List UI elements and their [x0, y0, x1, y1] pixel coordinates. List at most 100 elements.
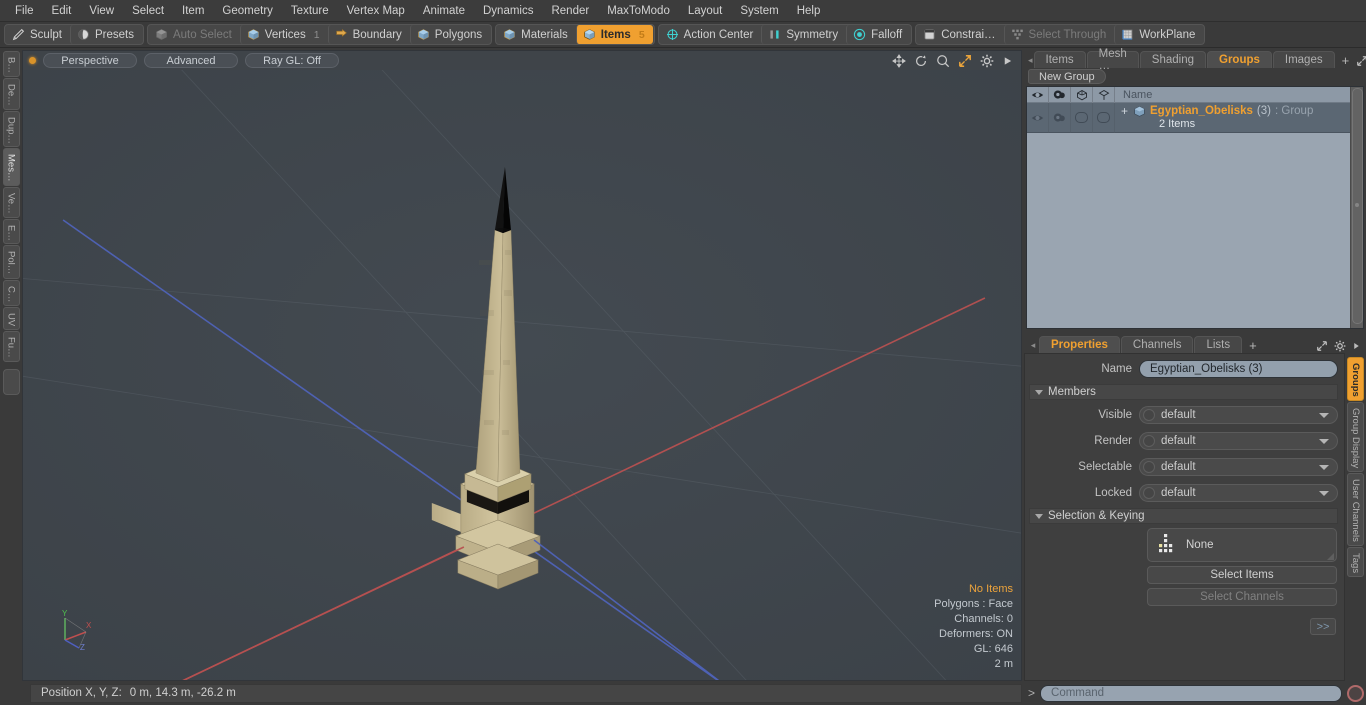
constraint-button[interactable]: Constrai… [917, 25, 1003, 44]
expand-icon[interactable] [1356, 55, 1366, 67]
left-tab-deform[interactable]: De… [2, 77, 20, 110]
symmetry-button[interactable]: Symmetry [761, 25, 846, 44]
menu-item-animate[interactable]: Animate [414, 1, 474, 21]
left-tab-basic[interactable]: B… [2, 51, 20, 77]
left-tab-uv[interactable]: UV [2, 306, 20, 331]
table-row[interactable]: + Egyptian_Obelisks (3) : Group 2 Items [1027, 102, 1363, 133]
axis-gizmo[interactable]: Y X Z [53, 606, 99, 652]
properties-tab-add-button[interactable]: + [1243, 336, 1263, 353]
tab-images[interactable]: Images [1272, 51, 1335, 68]
move-icon[interactable] [892, 53, 906, 68]
viewport-shading-dropdown[interactable]: Advanced [144, 53, 238, 68]
boundary-button[interactable]: Boundary [327, 25, 410, 44]
menu-item-file[interactable]: File [6, 1, 43, 21]
command-input[interactable]: Command [1040, 684, 1342, 702]
play-icon[interactable] [1002, 55, 1013, 67]
expand-icon[interactable] [1316, 340, 1328, 352]
panel-tab-menu-icon[interactable]: ◂ [1028, 55, 1033, 68]
chevron-down-icon [1035, 389, 1043, 395]
groups-list-scrollbar[interactable] [1350, 87, 1363, 328]
tab-add-button[interactable]: + [1336, 51, 1356, 68]
tab-shading[interactable]: Shading [1139, 51, 1206, 68]
menu-item-view[interactable]: View [80, 1, 123, 21]
left-tab-fusion[interactable]: Fu… [2, 331, 20, 362]
menu-item-geometry[interactable]: Geometry [213, 1, 282, 21]
row-render-toggle[interactable] [1049, 102, 1071, 133]
select-channels-button[interactable]: Select Channels [1147, 588, 1337, 606]
3d-viewport[interactable]: No Items Polygons : Face Channels: 0 Def… [22, 70, 1022, 681]
name-input[interactable]: Egyptian_Obelisks (3) [1139, 360, 1338, 378]
polygons-button[interactable]: Polygons [409, 25, 490, 44]
menu-item-vertex-map[interactable]: Vertex Map [338, 1, 414, 21]
fit-icon[interactable] [958, 54, 972, 68]
left-tab-duplicate[interactable]: Dup… [2, 110, 20, 148]
resize-handle-icon[interactable] [1327, 553, 1334, 560]
materials-button[interactable]: Materials [497, 25, 576, 44]
left-tab-mesh[interactable]: Mes… [2, 148, 20, 186]
workplane-button[interactable]: WorkPlane [1114, 25, 1203, 44]
auto-select-button[interactable]: Auto Select [149, 25, 240, 44]
row-title-line: + Egyptian_Obelisks (3) : Group [1121, 104, 1313, 118]
members-section-header[interactable]: Members [1029, 384, 1338, 400]
selection-keying-section-header[interactable]: Selection & Keying [1029, 508, 1338, 524]
left-tab-extra[interactable] [2, 368, 20, 395]
menu-item-item[interactable]: Item [173, 1, 213, 21]
menu-item-dynamics[interactable]: Dynamics [474, 1, 542, 21]
menu-item-layout[interactable]: Layout [679, 1, 732, 21]
record-icon[interactable] [1347, 684, 1364, 702]
menu-item-edit[interactable]: Edit [43, 1, 81, 21]
select-items-button[interactable]: Select Items [1147, 566, 1337, 584]
falloff-button[interactable]: Falloff [846, 25, 910, 44]
selection-set-field[interactable]: None [1147, 528, 1337, 562]
menu-item-maxtomodo[interactable]: MaxToModo [598, 1, 679, 21]
left-tab-vertex[interactable]: Ve… [2, 186, 20, 218]
gizmo-z-label: Z [80, 643, 85, 652]
left-tab-polygon[interactable]: Pol… [2, 245, 20, 279]
left-tab-edge[interactable]: E… [2, 218, 20, 245]
tab-properties[interactable]: Properties [1039, 336, 1120, 353]
visible-dropdown[interactable]: default [1139, 406, 1338, 424]
presets-button[interactable]: Presets [69, 25, 142, 44]
gear-icon[interactable] [980, 54, 994, 68]
menu-item-select[interactable]: Select [123, 1, 173, 21]
groups-list[interactable]: Name + Egyptian_Obelisks (3): Group 2 I… [1026, 86, 1364, 329]
rotate-icon[interactable] [914, 54, 928, 68]
items-button[interactable]: Items 5 [575, 25, 653, 44]
row-locked-toggle[interactable] [1093, 102, 1115, 133]
expand-toggle-icon[interactable]: + [1121, 104, 1128, 118]
zoom-icon[interactable] [936, 54, 950, 68]
tab-channels[interactable]: Channels [1120, 336, 1194, 353]
groups-list-empty-area[interactable] [1027, 133, 1363, 328]
menu-item-render[interactable]: Render [542, 1, 598, 21]
left-tab-command[interactable]: C… [2, 279, 20, 306]
action-center-button[interactable]: Action Center [660, 25, 762, 44]
row-visible-toggle[interactable] [1027, 102, 1049, 133]
right-tab-group-display[interactable]: Group Display [1347, 401, 1364, 472]
expand-more-button[interactable]: >> [1310, 618, 1336, 635]
viewport-mode-dropdown[interactable]: Perspective [43, 53, 137, 68]
select-through-button[interactable]: Select Through [1003, 25, 1115, 44]
tab-mesh[interactable]: Mesh … [1086, 48, 1139, 72]
vertices-button[interactable]: Vertices 1 [239, 25, 328, 44]
viewport-raygl-dropdown[interactable]: Ray GL: Off [245, 53, 339, 68]
right-tab-tags[interactable]: Tags [1347, 546, 1364, 577]
panel-header-icons [1356, 55, 1366, 68]
tab-groups[interactable]: Groups [1207, 51, 1272, 68]
right-tab-groups[interactable]: Groups [1347, 357, 1364, 401]
right-tab-user-channels[interactable]: User Channels [1347, 472, 1364, 546]
sculpt-button[interactable]: Sculpt [6, 25, 70, 44]
main-toolbar: Sculpt Presets Auto Select Vertices 1 Bo… [0, 22, 1366, 48]
new-group-button[interactable]: New Group [1028, 69, 1106, 84]
menu-item-texture[interactable]: Texture [282, 1, 338, 21]
tab-items[interactable]: Items [1033, 51, 1086, 68]
properties-tab-menu-icon[interactable]: ◂ [1028, 340, 1038, 353]
menu-item-help[interactable]: Help [788, 1, 830, 21]
locked-dropdown[interactable]: default [1139, 484, 1338, 502]
properties-gear-icon[interactable] [1334, 340, 1346, 352]
tab-lists[interactable]: Lists [1194, 336, 1243, 353]
row-selectable-toggle[interactable] [1071, 102, 1093, 133]
selectable-dropdown[interactable]: default [1139, 458, 1338, 476]
properties-menu-arrow-icon[interactable] [1352, 341, 1361, 351]
render-dropdown[interactable]: default [1139, 432, 1338, 450]
menu-item-system[interactable]: System [731, 1, 787, 21]
